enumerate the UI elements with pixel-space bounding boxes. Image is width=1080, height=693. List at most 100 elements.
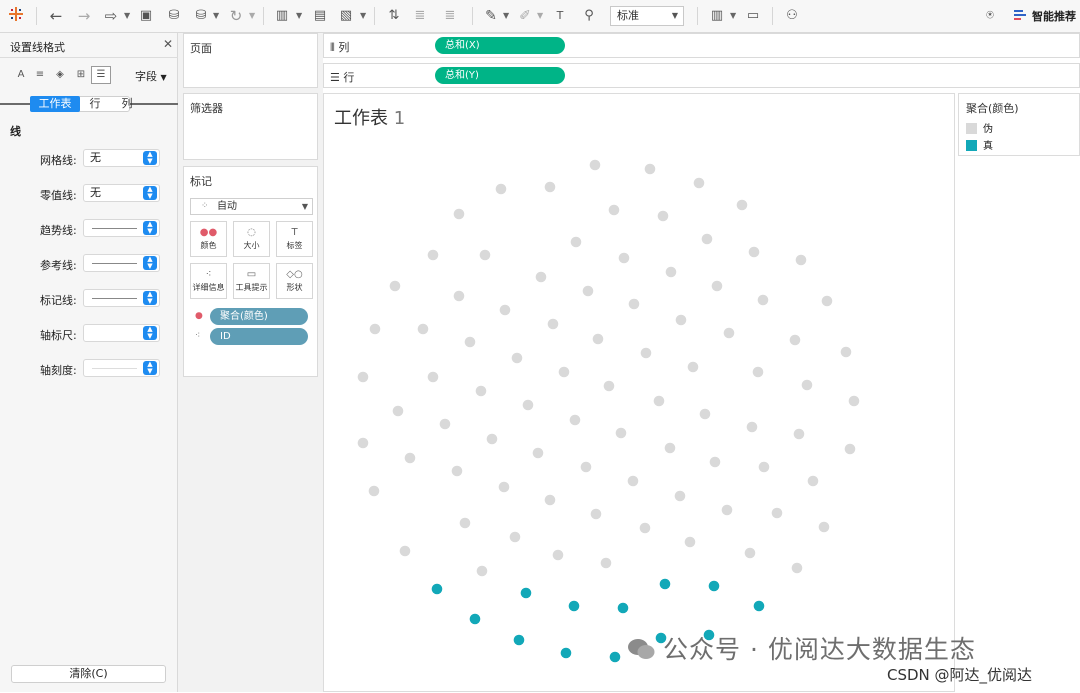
new-data-source-icon[interactable]: ⛁ — [164, 6, 184, 26]
scatter-point-false-71[interactable] — [758, 461, 770, 473]
scatter-point-false-2[interactable] — [544, 181, 556, 193]
scatter-plot[interactable] — [324, 94, 956, 693]
scatter-point-false-63[interactable] — [844, 443, 856, 455]
group-members-icon[interactable]: ✐ — [516, 6, 534, 26]
scatter-point-false-79[interactable] — [684, 536, 696, 548]
tab-rows[interactable]: 行 — [82, 96, 108, 112]
scatter-point-false-45[interactable] — [653, 395, 665, 407]
scatter-point-false-19[interactable] — [582, 285, 594, 297]
scatter-point-false-84[interactable] — [476, 565, 488, 577]
scatter-point-false-82[interactable] — [771, 507, 783, 519]
scatter-point-false-36[interactable] — [592, 333, 604, 345]
refresh-icon[interactable]: ↻ — [226, 6, 246, 26]
scatter-point-false-11[interactable] — [570, 236, 582, 248]
scatter-point-true-4[interactable] — [568, 600, 580, 612]
label-button[interactable]: T 标签 — [276, 221, 313, 257]
scatter-point-false-43[interactable] — [558, 366, 570, 378]
axis-rulers-select[interactable]: ▲ ▼ — [83, 324, 160, 342]
scatter-point-false-72[interactable] — [807, 475, 819, 487]
scatter-point-false-30[interactable] — [723, 327, 735, 339]
scatter-point-false-65[interactable] — [451, 465, 463, 477]
scatter-point-false-76[interactable] — [552, 549, 564, 561]
close-icon[interactable]: ✕ — [163, 37, 173, 51]
drop-lines-select[interactable]: ▲ ▼ — [83, 289, 160, 307]
scatter-point-false-46[interactable] — [801, 379, 813, 391]
scatter-point-false-81[interactable] — [791, 562, 803, 574]
scatter-point-false-51[interactable] — [569, 414, 581, 426]
scatter-point-false-52[interactable] — [615, 427, 627, 439]
new-worksheet-icon[interactable]: ▥ — [272, 6, 292, 26]
format-shading-icon[interactable]: ◈ — [52, 67, 68, 83]
scatter-point-false-3[interactable] — [495, 183, 507, 195]
scatter-point-false-59[interactable] — [627, 475, 639, 487]
scatter-point-false-23[interactable] — [821, 295, 833, 307]
scatter-point-false-4[interactable] — [693, 177, 705, 189]
tab-columns[interactable]: 列 — [112, 96, 142, 112]
legend-item-true[interactable]: 真 — [966, 140, 993, 152]
color-field-pill[interactable]: 聚合(颜色) — [210, 308, 308, 325]
scatter-point-true-7[interactable] — [609, 651, 621, 663]
scatter-point-false-35[interactable] — [511, 352, 523, 364]
scatter-point-true-12[interactable] — [753, 600, 765, 612]
worksheet-view[interactable]: 工作表 1 — [323, 93, 955, 692]
scatter-point-false-75[interactable] — [509, 531, 521, 543]
scatter-point-false-6[interactable] — [608, 204, 620, 216]
scatter-point-false-38[interactable] — [687, 361, 699, 373]
share-icon[interactable]: ⚇ — [782, 6, 802, 26]
scatter-point-false-32[interactable] — [357, 371, 369, 383]
scatter-point-false-53[interactable] — [699, 408, 711, 420]
trend-lines-select[interactable]: ▲ ▼ — [83, 219, 160, 237]
grid-lines-select[interactable]: 无 ▲ ▼ — [83, 149, 160, 167]
scatter-point-false-12[interactable] — [618, 252, 630, 264]
sort-ascending-icon[interactable]: ≣ — [410, 6, 430, 26]
scatter-point-false-74[interactable] — [459, 517, 471, 529]
presentation-mode-icon[interactable]: ▭ — [743, 6, 763, 26]
show-me-icon[interactable]: ⍟ — [980, 6, 1000, 26]
axis-ticks-select[interactable]: ▲ ▼ — [83, 359, 160, 377]
scatter-point-false-48[interactable] — [357, 437, 369, 449]
scatter-point-false-80[interactable] — [744, 547, 756, 559]
scatter-point-false-55[interactable] — [404, 452, 416, 464]
scatter-point-false-68[interactable] — [590, 508, 602, 520]
scatter-point-false-58[interactable] — [580, 461, 592, 473]
swap-rows-columns-icon[interactable]: ⇅ — [384, 6, 404, 26]
color-button[interactable]: ●● 颜色 — [190, 221, 227, 257]
scatter-point-false-16[interactable] — [389, 280, 401, 292]
scatter-point-false-69[interactable] — [674, 490, 686, 502]
fields-dropdown[interactable]: 字段 ▼ — [135, 68, 167, 84]
pages-card[interactable]: 页面 — [183, 33, 318, 88]
scatter-point-false-70[interactable] — [721, 504, 733, 516]
scatter-point-false-39[interactable] — [752, 366, 764, 378]
scatter-point-true-3[interactable] — [513, 634, 525, 646]
scatter-point-false-20[interactable] — [665, 266, 677, 278]
chevron-down-icon[interactable]: ▼ — [537, 6, 543, 26]
scatter-point-false-62[interactable] — [793, 428, 805, 440]
clear-button[interactable]: 清除(C) — [11, 665, 166, 683]
scatter-point-false-50[interactable] — [522, 399, 534, 411]
scatter-point-false-31[interactable] — [789, 334, 801, 346]
scatter-point-false-44[interactable] — [603, 380, 615, 392]
scatter-point-false-13[interactable] — [701, 233, 713, 245]
tooltip-button[interactable]: ▭ 工具提示 — [233, 263, 270, 299]
scatter-point-false-10[interactable] — [479, 249, 491, 261]
tableau-logo-icon[interactable] — [6, 6, 26, 26]
scatter-point-false-24[interactable] — [369, 323, 381, 335]
chevron-down-icon[interactable]: ▼ — [730, 6, 736, 26]
scatter-point-false-73[interactable] — [399, 545, 411, 557]
scatter-point-false-67[interactable] — [544, 494, 556, 506]
scatter-point-false-64[interactable] — [368, 485, 380, 497]
scatter-point-false-37[interactable] — [640, 347, 652, 359]
format-alignment-icon[interactable]: ≡ — [32, 67, 48, 83]
scatter-point-false-60[interactable] — [664, 442, 676, 454]
scatter-point-false-21[interactable] — [711, 280, 723, 292]
scatter-point-false-56[interactable] — [486, 433, 498, 445]
scatter-point-false-1[interactable] — [644, 163, 656, 175]
size-button[interactable]: ◌ 大小 — [233, 221, 270, 257]
sort-descending-icon[interactable]: ≣ — [440, 6, 460, 26]
format-borders-icon[interactable]: ⊞ — [73, 67, 89, 83]
scatter-point-false-54[interactable] — [746, 421, 758, 433]
legend-item-false[interactable]: 伪 — [966, 123, 993, 135]
data-source-icon[interactable]: ⇨ — [100, 6, 122, 26]
reference-lines-select[interactable]: ▲ ▼ — [83, 254, 160, 272]
scatter-point-false-17[interactable] — [453, 290, 465, 302]
